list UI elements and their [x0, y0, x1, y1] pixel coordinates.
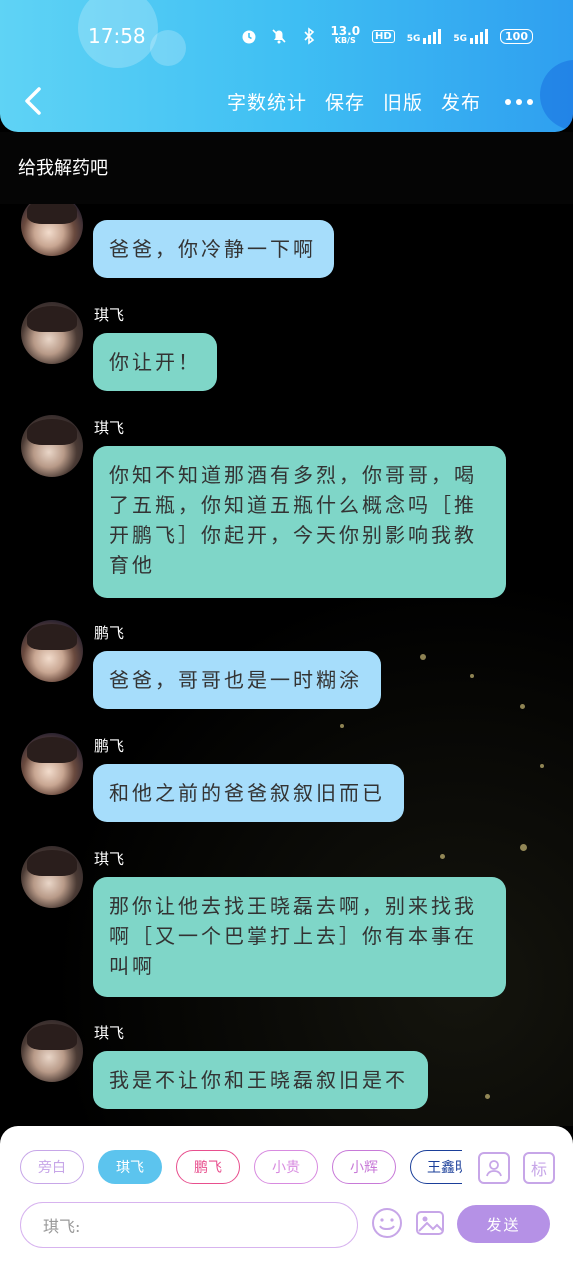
- battery-indicator: 100: [500, 28, 533, 44]
- chevron-left-icon: [25, 87, 41, 115]
- avatar: [21, 846, 83, 908]
- sender-name: 琪飞: [94, 419, 125, 437]
- net-speed: 13.0 KB/S: [330, 24, 361, 46]
- title-bar: 给我解药吧: [0, 132, 573, 205]
- chip-xiaogui[interactable]: 小贵: [254, 1150, 318, 1184]
- chip-pengfei[interactable]: 鹏飞: [176, 1150, 240, 1184]
- toolbar: 字数统计 保存 旧版 发布: [227, 88, 533, 115]
- sender-name: 琪飞: [94, 1024, 125, 1042]
- old-version-button[interactable]: 旧版: [383, 88, 423, 115]
- message-bubble: 你让开！: [93, 333, 217, 391]
- tag-icon[interactable]: 标: [523, 1152, 555, 1184]
- bluetooth-icon: [300, 27, 318, 45]
- status-time: 17:58: [88, 24, 146, 48]
- page-title: 给我解药吧: [18, 158, 108, 179]
- emoji-icon[interactable]: [370, 1206, 404, 1240]
- sender-name: 琪飞: [94, 850, 125, 868]
- role-chips: 旁白 琪飞 鹏飞 小贵 小辉 王鑫明: [20, 1150, 462, 1190]
- avatar: [21, 733, 83, 795]
- composer-panel: 旁白 琪飞 鹏飞 小贵 小辉 王鑫明 标 琪飞: 发送: [0, 1126, 573, 1280]
- chat-area[interactable]: 爸爸，你冷静一下啊 琪飞 你让开！ 琪飞 你知不知道那酒有多烈，你哥哥，喝了五瓶…: [0, 204, 573, 1126]
- decor-bubble: [540, 60, 573, 130]
- signal-label: 5G: [453, 33, 468, 44]
- publish-button[interactable]: 发布: [441, 88, 481, 115]
- avatar: [21, 415, 83, 477]
- message-bubble: 那你让他去找王晓磊去啊，别来找我啊［又一个巴掌打上去］你有本事在叫啊: [93, 877, 506, 997]
- message-input[interactable]: 琪飞:: [20, 1202, 358, 1248]
- net-speed-value: 13.0: [330, 24, 361, 38]
- sender-name: 鹏飞: [94, 624, 125, 642]
- hd-badge: HD: [372, 29, 395, 43]
- avatar: [21, 1020, 83, 1082]
- user-profile-icon[interactable]: [478, 1152, 510, 1184]
- signal-label: 5G: [406, 33, 421, 44]
- message-bubble: 和他之前的爸爸叙叙旧而已: [93, 764, 404, 822]
- alarm-icon: [240, 27, 258, 45]
- avatar: [21, 204, 83, 256]
- send-button[interactable]: 发送: [457, 1205, 550, 1243]
- message-bubble: 你知不知道那酒有多烈，你哥哥，喝了五瓶，你知道五瓶什么概念吗［推开鹏飞］你起开，…: [93, 446, 506, 598]
- mute-icon: [270, 27, 288, 45]
- top-header: 17:58 13.0 KB/S HD 5G 5G 100 字数统计 保存 旧版: [0, 0, 573, 132]
- save-button[interactable]: 保存: [325, 88, 365, 115]
- avatar: [21, 302, 83, 364]
- status-icons: 13.0 KB/S HD 5G 5G 100: [240, 24, 533, 46]
- chip-xiaohui[interactable]: 小辉: [332, 1150, 396, 1184]
- more-icon[interactable]: [505, 98, 533, 105]
- message-bubble: 爸爸，你冷静一下啊: [93, 220, 334, 278]
- word-count-button[interactable]: 字数统计: [227, 88, 307, 115]
- sender-name: 鹏飞: [94, 737, 125, 755]
- signal-5g-1: 5G: [406, 28, 442, 44]
- message-bubble: 爸爸，哥哥也是一时糊涂: [93, 651, 381, 709]
- sender-name: 琪飞: [94, 306, 125, 324]
- decor-bubble: [150, 30, 186, 66]
- net-speed-unit: KB/S: [334, 36, 356, 45]
- message-bubble: 我是不让你和王晓磊叙旧是不: [93, 1051, 428, 1109]
- chip-qifei[interactable]: 琪飞: [98, 1150, 162, 1184]
- avatar: [21, 620, 83, 682]
- image-icon[interactable]: [413, 1206, 447, 1240]
- chip-narrator[interactable]: 旁白: [20, 1150, 84, 1184]
- chip-wangxinming[interactable]: 王鑫明: [410, 1150, 462, 1184]
- signal-5g-2: 5G: [453, 28, 489, 44]
- back-button[interactable]: [18, 86, 48, 116]
